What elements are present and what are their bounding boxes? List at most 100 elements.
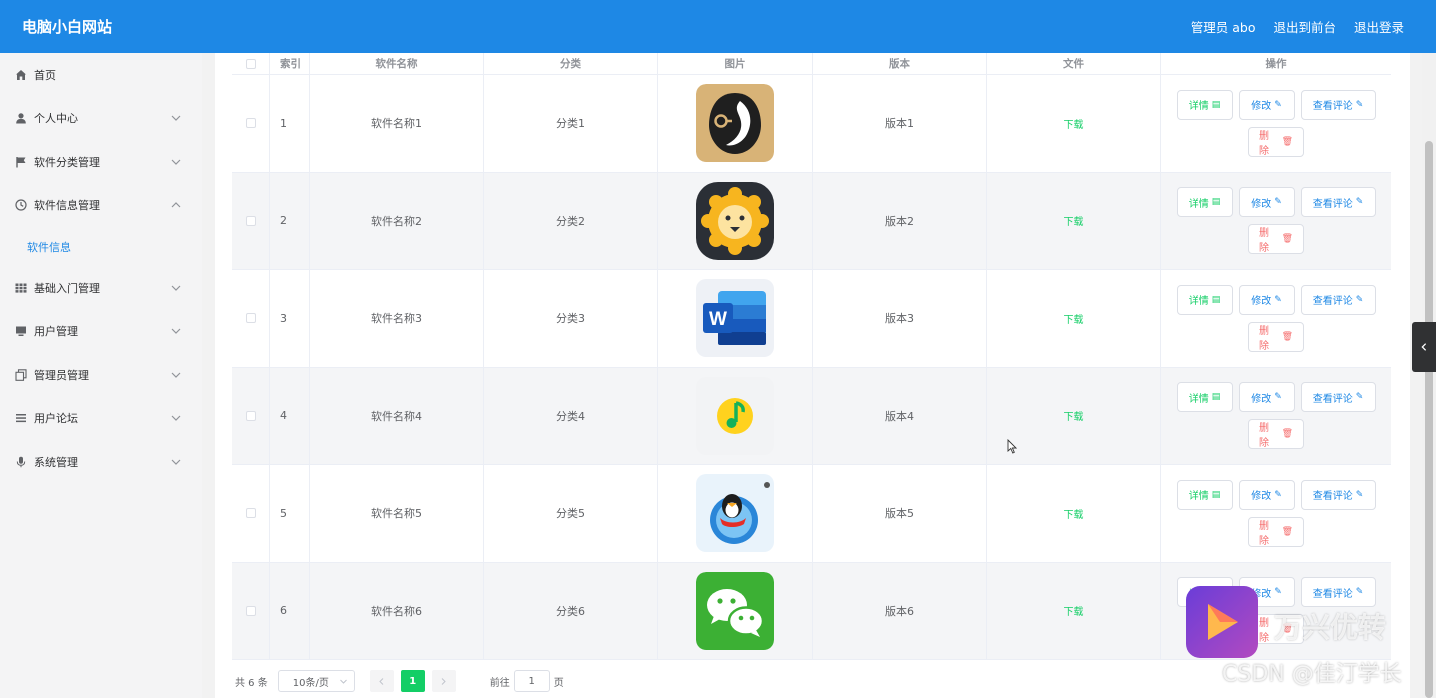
download-link[interactable]: 下载 bbox=[1064, 311, 1084, 326]
goto-page-input[interactable]: 1 bbox=[513, 670, 550, 692]
view-comments-button[interactable]: 查看评论 ✎ bbox=[1300, 479, 1376, 510]
home-icon bbox=[15, 69, 27, 81]
sidebar-item-basic-intro[interactable]: 基础入门管理 bbox=[0, 266, 202, 310]
pencil-icon: ✎ bbox=[1274, 99, 1282, 110]
row-checkbox-cell bbox=[232, 367, 270, 464]
back-to-front-link[interactable]: 退出到前台 bbox=[1273, 17, 1336, 36]
column-header-actions: 操作 bbox=[1265, 58, 1287, 70]
page-number-current[interactable]: 1 bbox=[400, 670, 425, 692]
sidebar-item-label: 管理员管理 bbox=[34, 368, 89, 382]
cell-image: W bbox=[658, 270, 813, 367]
pagination: 共 6 条 10条/页 1 前往 1 页 bbox=[235, 669, 564, 693]
pencil-icon: ✎ bbox=[1274, 197, 1282, 208]
submenu-item-software-info[interactable]: 软件信息 bbox=[0, 227, 202, 266]
sidebar-item-personal-center[interactable]: 个人中心 bbox=[0, 97, 202, 141]
edit-button[interactable]: 修改 ✎ bbox=[1238, 382, 1295, 413]
view-comments-button[interactable]: 查看评论 ✎ bbox=[1300, 89, 1376, 120]
collapse-panel-tab[interactable] bbox=[1412, 322, 1436, 372]
wechat-app-icon bbox=[696, 571, 774, 650]
chevron-down-icon bbox=[171, 285, 181, 291]
chevron-down-icon bbox=[171, 159, 181, 165]
copy-icon bbox=[15, 369, 27, 381]
column-header-version: 版本 bbox=[813, 53, 987, 74]
download-link[interactable]: 下载 bbox=[1064, 506, 1084, 521]
edit-button[interactable]: 修改 ✎ bbox=[1238, 89, 1295, 120]
row-checkbox-cell bbox=[232, 465, 270, 562]
chevron-down-icon bbox=[171, 415, 181, 422]
sidebar-item-user-management[interactable]: 用户管理 bbox=[0, 310, 202, 354]
cell-index: 6 bbox=[270, 562, 310, 659]
column-header-index: 索引 bbox=[270, 53, 310, 74]
word-letter: W bbox=[709, 309, 727, 330]
grid-icon bbox=[15, 282, 27, 294]
document-icon: ▤ bbox=[1211, 99, 1221, 110]
row-checkbox[interactable] bbox=[245, 410, 256, 421]
view-comments-button[interactable]: 查看评论 ✎ bbox=[1300, 382, 1376, 413]
sidebar-item-software-category[interactable]: 软件分类管理 bbox=[0, 140, 202, 184]
next-page-button[interactable] bbox=[431, 670, 456, 692]
sidebar-item-home[interactable]: 首页 bbox=[0, 53, 202, 97]
cell-name: 软件名称6 bbox=[310, 562, 484, 659]
sidebar-item-system-management[interactable]: 系统管理 bbox=[0, 440, 202, 484]
edit-button[interactable]: 修改 ✎ bbox=[1238, 187, 1295, 218]
chevron-down-icon bbox=[171, 372, 181, 378]
logout-link[interactable]: 退出登录 bbox=[1354, 17, 1404, 36]
delete-button[interactable]: 删除 🗑 bbox=[1248, 224, 1304, 255]
sidebar-item-user-forum[interactable]: 用户论坛 bbox=[0, 397, 202, 441]
download-link[interactable]: 下载 bbox=[1064, 116, 1084, 131]
cell-category: 分类2 bbox=[484, 172, 658, 269]
delete-button[interactable]: 删除 🗑 bbox=[1248, 419, 1304, 450]
delete-button[interactable]: 删除 🗑 bbox=[1248, 516, 1304, 547]
table-row: 3 软件名称3 分类3 W 版本3 下载 详情 ▤ 修改 ✎ 查看评论 ✎ 删除 🗑 bbox=[232, 270, 1391, 368]
row-checkbox[interactable] bbox=[245, 215, 256, 226]
cell-version: 版本6 bbox=[813, 562, 987, 659]
trash-icon: 🗑 bbox=[1281, 331, 1293, 342]
row-checkbox[interactable] bbox=[245, 605, 256, 616]
trash-icon: 🗑 bbox=[1281, 136, 1293, 147]
select-all-checkbox[interactable] bbox=[245, 58, 256, 69]
delete-button[interactable]: 删除 🗑 bbox=[1248, 321, 1304, 352]
row-checkbox-cell bbox=[232, 562, 270, 659]
table-row: 2 软件名称2 分类2 版本2 下载 详情 ▤ 修改 ✎ 查看评论 ✎ 删除 🗑 bbox=[232, 172, 1391, 270]
row-checkbox-cell bbox=[232, 75, 270, 172]
delete-button[interactable]: 删除 🗑 bbox=[1248, 126, 1304, 157]
row-checkbox[interactable] bbox=[245, 508, 256, 519]
download-link[interactable]: 下载 bbox=[1064, 213, 1084, 228]
table-row: 1 软件名称1 分类1 版本1 下载 详情 ▤ 修改 ✎ 查看评论 ✎ 删除 🗑 bbox=[232, 75, 1391, 173]
cell-name: 软件名称2 bbox=[310, 172, 484, 269]
row-checkbox[interactable] bbox=[245, 118, 256, 129]
table-row: 5 软件名称5 分类5 版本5 下载 详情 ▤ 修改 ✎ 查看评论 ✎ 删除 🗑 bbox=[232, 465, 1391, 563]
download-link[interactable]: 下载 bbox=[1064, 408, 1084, 423]
sidebar-item-admin-management[interactable]: 管理员管理 bbox=[0, 353, 202, 397]
sidebar-item-label: 软件信息管理 bbox=[34, 199, 100, 213]
detail-button[interactable]: 详情▤ bbox=[1176, 382, 1233, 413]
cell-index: 2 bbox=[270, 172, 310, 269]
pencil-icon: ✎ bbox=[1355, 392, 1364, 403]
table-header: 索引 软件名称 分类 图片 版本 文件 操作 bbox=[232, 53, 1391, 75]
detail-button[interactable]: 详情▤ bbox=[1176, 187, 1233, 218]
top-header: 电脑小白网站 管理员 abo 退出到前台 退出登录 bbox=[0, 0, 1436, 53]
cell-file: 下载 bbox=[987, 562, 1161, 659]
edit-button[interactable]: 修改 ✎ bbox=[1238, 479, 1295, 510]
detail-button[interactable]: 详情▤ bbox=[1176, 479, 1233, 510]
watermark-credit: CSDN @佳汀学长 bbox=[1222, 662, 1402, 687]
row-checkbox[interactable] bbox=[245, 313, 256, 324]
edit-button[interactable]: 修改 ✎ bbox=[1238, 284, 1295, 315]
cell-image bbox=[658, 172, 813, 269]
sidebar-item-software-info[interactable]: 软件信息管理 bbox=[0, 184, 202, 228]
download-link[interactable]: 下载 bbox=[1064, 603, 1084, 618]
prev-page-button[interactable] bbox=[369, 670, 394, 692]
page-size-select[interactable]: 10条/页 bbox=[277, 670, 355, 692]
pencil-icon: ✎ bbox=[1355, 489, 1364, 500]
column-header-file: 文件 bbox=[987, 53, 1161, 74]
detail-button[interactable]: 详情▤ bbox=[1176, 89, 1233, 120]
mouse-cursor-icon bbox=[1007, 439, 1017, 454]
document-icon: ▤ bbox=[1211, 294, 1221, 305]
chevron-up-icon bbox=[171, 202, 181, 208]
monitor-icon bbox=[15, 325, 27, 337]
view-comments-button[interactable]: 查看评论 ✎ bbox=[1300, 187, 1376, 218]
view-comments-button[interactable]: 查看评论 ✎ bbox=[1300, 284, 1376, 315]
goto-label: 前往 bbox=[489, 677, 510, 689]
trash-icon: 🗑 bbox=[1281, 429, 1293, 440]
detail-button[interactable]: 详情▤ bbox=[1176, 284, 1233, 315]
